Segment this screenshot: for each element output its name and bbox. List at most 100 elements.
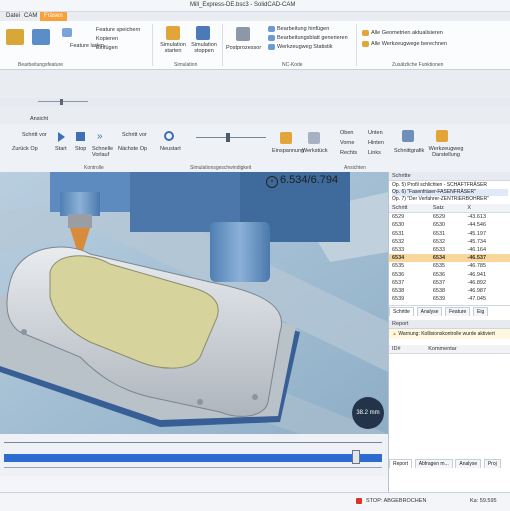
tab-report[interactable]: Report [389,459,413,468]
add-operation-button[interactable]: Bearbeitung hinfügen [277,26,329,32]
column-header[interactable]: Satz [429,204,465,214]
list-item[interactable]: Op. 5) Profil schlichten - SCHAFTFRÄSER [392,182,508,189]
column-header[interactable]: Schritt [389,204,430,214]
table-row[interactable]: 6534 6534 -46.537 [389,254,510,263]
extra-group-label: Zusätzliche Funktionen [392,62,444,68]
simulation-viewport[interactable]: × 6.534/6.794 38.2 mm [0,172,388,434]
table-cell: 6536 [392,271,405,278]
table-row[interactable]: 6538 6538 -46.987 [389,287,510,295]
feature-icon[interactable] [6,29,24,45]
prev-op-button[interactable]: Zurück Op [12,146,38,152]
simulation-start-icon[interactable] [166,26,180,40]
zoom-slider-track[interactable] [38,101,88,102]
feature-laden-button[interactable]: Feature laden [70,43,104,49]
timeline-progress[interactable] [4,454,382,462]
simulation-stop-button[interactable]: Simulation stoppen [189,42,219,54]
tab-fraesen[interactable]: Fräsen [40,12,67,21]
ribbon: Feature laden Feature speichern Kopieren… [0,21,510,70]
simulation-group-label: Simulation [174,62,198,68]
timeline-track-bottom[interactable] [4,467,382,468]
tab-ansicht[interactable]: Ansicht [30,116,48,122]
view-right-button[interactable]: Rechts [340,150,357,156]
tab-cam[interactable]: CAM [20,12,41,21]
view-top-button[interactable]: Oben [340,130,353,136]
postprocessor-button[interactable]: Postprozessor [226,45,261,51]
nc-group-label: NC-Kode [282,62,303,68]
generate-sheet-button[interactable]: Bearbeitungsblatt generieren [277,35,348,41]
table-row[interactable]: 6536 6536 -46.941 [389,271,510,279]
tab-schritte[interactable]: Schritte [389,307,414,317]
fast-forward-button[interactable]: Schnelle Vorlauf [92,146,118,158]
column-header[interactable]: X [464,204,510,214]
tab-eig[interactable]: Eig [473,307,489,317]
table-row[interactable]: 6533 6533 -46.164 [389,246,510,254]
next-op-button[interactable]: Nächste Op [118,146,147,152]
table-cell: 6530 [432,222,446,229]
table-cell: 6534 [429,254,465,263]
stop-icon[interactable] [76,132,85,141]
tab-abfragen[interactable]: Abfragen m... [414,459,453,468]
postprocessor-icon[interactable] [236,27,250,41]
table-row[interactable]: 6530 6530 -44.546 [389,221,510,229]
cut-graphic-icon[interactable] [402,130,414,142]
fixture-icon[interactable] [280,132,292,144]
operations-list: Op. 5) Profil schlichten - SCHAFTFRÄSER … [389,181,510,204]
restart-icon[interactable] [164,131,174,141]
simulation-stop-icon[interactable] [196,26,210,40]
start-button[interactable]: Start [55,146,67,152]
table-cell: 6532 [392,238,405,245]
tab-analyse[interactable]: Analyse [416,307,443,317]
cut-graphic-button[interactable]: Schnittgrafik [394,148,424,154]
table-row[interactable]: 6531 6531 -45.197 [389,230,510,238]
view-front-button[interactable]: Vorne [340,140,354,146]
refresh-icon [362,30,369,36]
workpiece-icon[interactable] [308,132,320,144]
table-row[interactable]: 6535 6535 -46.785 [389,262,510,270]
secondary-bar [0,98,510,106]
restart-button[interactable]: Neustart [160,146,181,152]
machining-scene [0,172,388,434]
tab-proj[interactable]: Proj [483,459,501,468]
table-cell: 6537 [432,279,446,286]
list-item[interactable]: Op. 6) "Fasenfräser-FASENFRÄSER" [392,189,508,196]
paste-button[interactable]: Einfügen [96,45,118,51]
step-forward-button[interactable]: Schritt vor [122,132,147,138]
table-row[interactable]: 6529 6529 -43.613 [389,213,510,222]
speed-slider-thumb[interactable] [226,133,230,142]
table-row[interactable]: 6532 6532 -45.734 [389,238,510,246]
toolpath-display-button[interactable]: Werkzeugweg Darstellung [428,146,464,158]
table-cell: -46.537 [464,254,510,263]
timeline-track-top[interactable] [4,442,382,443]
column-header[interactable]: ID# [389,345,426,355]
timeline-thumb[interactable] [352,450,360,464]
column-header[interactable]: Kommentar [425,345,510,355]
view-back-button[interactable]: Hinten [368,140,384,146]
toolpath-stats-button[interactable]: Werkzeugweg Statistik [277,44,333,50]
simulation-start-button[interactable]: Simulation starten [158,42,188,54]
calculate-toolpaths-button[interactable]: Alle Werkzeugwege berechnen [371,41,447,47]
step-back-button[interactable]: Schritt vor [22,132,47,138]
feature-load-icon[interactable] [62,28,72,37]
view-bottom-button[interactable]: Unten [368,130,383,136]
table-row[interactable]: 6539 6539 -47.045 [389,295,510,303]
workpiece-button[interactable]: Werkstück [302,148,328,154]
speed-slider-track[interactable] [196,137,266,138]
start-icon[interactable] [58,132,65,142]
feature-icon-2[interactable] [32,29,50,45]
refresh-geometry-button[interactable]: Alle Geometrien aktualisieren [371,30,443,36]
timeline [0,434,388,476]
tab-feature[interactable]: Feature [445,307,471,317]
zoom-slider-thumb[interactable] [60,99,63,105]
list-item[interactable]: Op. 7) "Der Verfahrer-ZENTRIERBOHRER" [392,196,508,203]
toolpath-display-icon[interactable] [436,130,448,142]
tab-analyse-2[interactable]: Analyse [455,459,482,468]
stop-button[interactable]: Stop [75,146,86,152]
fixture-button[interactable]: Einspannung [272,148,304,154]
view-left-button[interactable]: Links [368,150,381,156]
fast-forward-icon[interactable]: » [97,132,109,142]
ribbon-separator [152,24,153,66]
simulation-toolbar: Schritt vor Zurück Op Start Stop » Schne… [0,124,510,173]
table-row[interactable]: 6537 6537 -46.892 [389,279,510,287]
feature-save-button[interactable]: Feature speichern [96,27,140,33]
copy-button[interactable]: Kopieren [96,36,118,42]
